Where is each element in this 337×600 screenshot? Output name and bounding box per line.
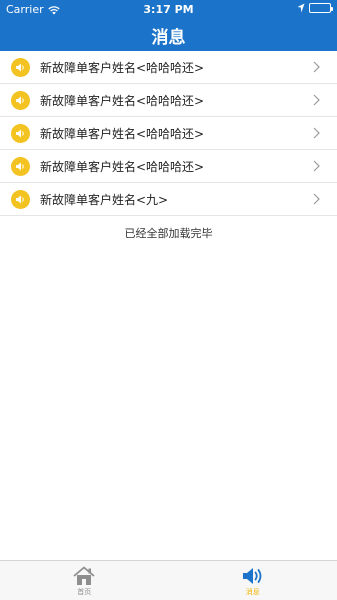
page-title: 消息 (151, 28, 186, 48)
nav-bar: 消息 (0, 20, 337, 51)
message-text: 新故障单客户姓名<哈哈哈还> (40, 93, 205, 108)
message-list: 新故障单客户姓名<哈哈哈还> 新故障单客户姓名<哈哈哈还> 新故障单客户姓名<哈… (0, 51, 337, 216)
tab-home[interactable]: 首页 (0, 561, 169, 600)
speaker-icon (242, 568, 262, 584)
chevron-right-icon (313, 193, 320, 205)
list-item[interactable]: 新故障单客户姓名<哈哈哈还> (0, 117, 337, 150)
tab-messages[interactable]: 消息 (169, 561, 337, 600)
speaker-icon (11, 156, 30, 176)
speaker-icon (11, 123, 30, 143)
speaker-icon (11, 90, 30, 110)
tab-messages-label: 消息 (245, 588, 260, 596)
list-item[interactable]: 新故障单客户姓名<哈哈哈还> (0, 84, 337, 117)
app: Carrier 3:17 PM 消息 新故障单客户姓名<哈哈哈还> 新故障单客户… (0, 0, 337, 600)
location-arrow-icon (297, 3, 305, 13)
tab-home-label: 首页 (77, 588, 92, 596)
chevron-right-icon (313, 127, 320, 139)
home-icon (73, 566, 95, 585)
message-text: 新故障单客户姓名<哈哈哈还> (40, 126, 205, 141)
list-item[interactable]: 新故障单客户姓名<哈哈哈还> (0, 150, 337, 183)
load-complete-text: 已经全部加载完毕 (124, 227, 213, 240)
speaker-icon (11, 57, 30, 77)
status-time: 3:17 PM (143, 3, 194, 16)
speaker-icon (11, 189, 30, 209)
message-text: 新故障单客户姓名<九> (40, 192, 169, 207)
tab-bar: 首页 消息 (0, 560, 337, 600)
message-text: 新故障单客户姓名<哈哈哈还> (40, 159, 205, 174)
chevron-right-icon (313, 94, 320, 106)
status-right (297, 3, 333, 13)
chevron-right-icon (313, 160, 320, 172)
battery-icon (309, 3, 333, 13)
list-item[interactable]: 新故障单客户姓名<哈哈哈还> (0, 51, 337, 84)
chevron-right-icon (313, 61, 320, 73)
message-text: 新故障单客户姓名<哈哈哈还> (40, 60, 205, 75)
status-bar: Carrier 3:17 PM (0, 0, 337, 20)
list-item[interactable]: 新故障单客户姓名<九> (0, 183, 337, 216)
